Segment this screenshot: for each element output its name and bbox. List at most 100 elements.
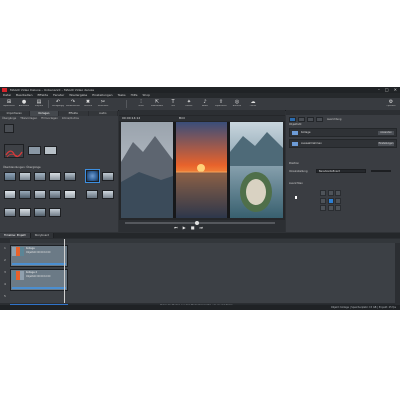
- tab-effects[interactable]: [298, 117, 305, 122]
- apply-button[interactable]: Anwenden: [378, 131, 394, 135]
- delete-button[interactable]: ✖ Löschen: [81, 99, 95, 109]
- burn-button[interactable]: ◎ Brennen: [230, 99, 244, 109]
- split-button[interactable]: ⫶ Teilen: [134, 99, 148, 109]
- template-thumb[interactable]: [49, 172, 61, 181]
- redo-button[interactable]: ↷ Wiederherstellen: [66, 99, 80, 109]
- preview-canvas[interactable]: [121, 122, 283, 218]
- track-header[interactable]: 3: [0, 267, 10, 279]
- template-thumb[interactable]: [44, 146, 57, 155]
- preset-select[interactable]: Benutzerdefiniert: [316, 169, 366, 173]
- template-thumb[interactable]: [19, 208, 31, 217]
- tab-color[interactable]: [316, 117, 323, 122]
- options-button[interactable]: ⚙ Optionen: [384, 99, 398, 109]
- back-folder-icon[interactable]: [4, 124, 14, 133]
- track-header[interactable]: 4: [0, 279, 10, 291]
- tab-effects[interactable]: Effekte: [59, 111, 89, 116]
- subtab-film-templates[interactable]: Filmvorlagen: [41, 117, 58, 121]
- collage-icon: [292, 131, 298, 135]
- template-thumb[interactable]: [102, 172, 114, 181]
- timeline-panel: Timeline: Projekt Storyboard 1 2 3 4 5 K…: [0, 233, 400, 310]
- template-thumb[interactable]: [4, 144, 24, 158]
- template-thumb[interactable]: [28, 146, 41, 155]
- transport-bar: ⏮ ▶ ■ ⏭: [119, 220, 285, 232]
- template-subtabs: Übergänge Titelvorlagen Filmvorlagen Int…: [2, 117, 116, 121]
- template-thumb[interactable]: [64, 190, 76, 199]
- template-thumb[interactable]: [49, 190, 61, 199]
- tab-timeline[interactable]: Timeline: Projekt: [0, 233, 31, 238]
- track-header[interactable]: 1: [0, 243, 10, 255]
- playhead[interactable]: [64, 239, 65, 303]
- align-bottom-right[interactable]: [335, 205, 341, 211]
- tab-import[interactable]: Importieren: [0, 111, 30, 116]
- mouse-cursor-icon: [295, 196, 297, 199]
- skip-back-icon[interactable]: ⏮: [174, 225, 178, 231]
- template-thumb[interactable]: [4, 190, 16, 199]
- import-button[interactable]: ⊞ Importieren: [2, 99, 16, 109]
- selection-frame-item[interactable]: Auswahlrahmen Einstellungen: [289, 139, 397, 148]
- timeline-clip[interactable]: Kollage Objektstil 00:00:10:00: [10, 245, 68, 267]
- collage-item[interactable]: Kollage Anwenden: [289, 128, 397, 137]
- track-header[interactable]: 2: [0, 255, 10, 267]
- timeline-tabs: Timeline: Projekt Storyboard: [0, 233, 400, 238]
- template-thumb[interactable]: [19, 172, 31, 181]
- clip-volume-bar: [12, 287, 66, 289]
- settings-button[interactable]: Einstellungen: [378, 142, 394, 146]
- align-bottom-center[interactable]: [327, 205, 334, 211]
- export-button[interactable]: ⇪ Exportieren: [214, 99, 228, 109]
- preset-value-field[interactable]: [370, 169, 392, 173]
- timeline-clip[interactable]: Kollage 2 Objektstil 00:00:10:00: [10, 269, 68, 291]
- track-header[interactable]: 5: [0, 291, 10, 303]
- skip-forward-icon[interactable]: ⏭: [199, 225, 203, 231]
- clip-title: Kollage: [26, 247, 35, 250]
- subtab-transitions[interactable]: Übergänge: [2, 117, 16, 121]
- template-thumb[interactable]: [49, 208, 61, 217]
- template-thumb[interactable]: [64, 172, 76, 181]
- cut-button[interactable]: ✂ Schneiden: [96, 99, 110, 109]
- template-thumb[interactable]: [19, 190, 31, 199]
- align-top-center[interactable]: [327, 190, 334, 196]
- online-button[interactable]: ☁ Online: [246, 99, 260, 109]
- toolbar-divider: [126, 100, 127, 108]
- alignment-grid: [320, 190, 341, 211]
- align-bottom-left[interactable]: [320, 205, 326, 211]
- tab-object-style[interactable]: [289, 117, 296, 122]
- align-center[interactable]: [327, 197, 334, 204]
- tab-audio[interactable]: [307, 117, 314, 122]
- record-button[interactable]: ● Aufnahme: [17, 99, 31, 109]
- title-button[interactable]: T Titel: [166, 99, 180, 109]
- effects-button[interactable]: ✦ Effekte: [182, 99, 196, 109]
- align-top-left[interactable]: [320, 190, 326, 196]
- properties-panel: Objektstil Ausrichtung Kollage Anwenden …: [286, 110, 400, 232]
- template-thumb-selected[interactable]: [85, 169, 100, 183]
- align-top-right[interactable]: [335, 190, 341, 196]
- audio-button[interactable]: ♪ Audio: [198, 99, 212, 109]
- collage-preview-image: [121, 122, 283, 218]
- preview-zoom-select[interactable]: Bild: [179, 116, 185, 121]
- clip-thumbnail: [12, 271, 24, 280]
- template-thumb[interactable]: [34, 172, 46, 181]
- frame-icon: [292, 142, 298, 146]
- clip-thumbnail: [12, 247, 24, 256]
- subtab-intros-outros[interactable]: Intros/Outros: [62, 117, 79, 121]
- template-thumb[interactable]: [4, 172, 16, 181]
- tab-alignment-label[interactable]: Ausrichtung: [327, 117, 341, 122]
- template-thumb[interactable]: [34, 208, 46, 217]
- play-icon[interactable]: ▶: [183, 225, 186, 231]
- undo-button[interactable]: ↶ Rückgängig: [51, 99, 65, 109]
- template-thumb[interactable]: [86, 190, 98, 199]
- tab-audio[interactable]: Audio: [88, 111, 118, 116]
- template-thumb[interactable]: [34, 190, 46, 199]
- preview-position-slider[interactable]: [125, 221, 275, 225]
- tab-storyboard[interactable]: Storyboard: [30, 233, 55, 238]
- projects-button[interactable]: ▤ Projekte: [32, 99, 46, 109]
- mouse-mode-button[interactable]: ⇱ Mausmodus: [150, 99, 164, 109]
- align-middle-left[interactable]: [320, 197, 326, 204]
- subtab-title-templates[interactable]: Titelvorlagen: [20, 117, 37, 121]
- template-thumb[interactable]: [102, 190, 114, 199]
- tab-templates[interactable]: Vorlagen: [29, 111, 59, 116]
- app-logo-icon: [2, 88, 7, 92]
- timeline-tracks[interactable]: Kollage Objektstil 00:00:10:00 Kollage 2…: [10, 243, 395, 303]
- align-middle-right[interactable]: [335, 197, 341, 204]
- stop-icon[interactable]: ■: [191, 225, 195, 231]
- template-thumb[interactable]: [4, 208, 16, 217]
